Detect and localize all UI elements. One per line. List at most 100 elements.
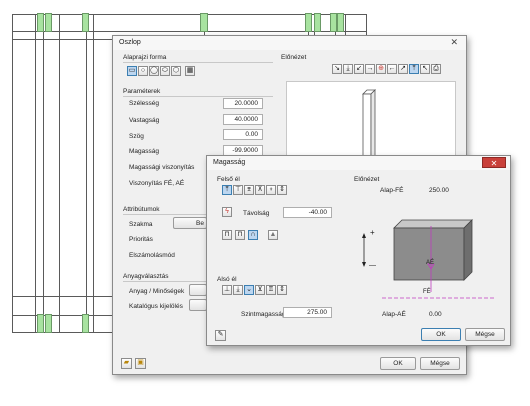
elonezet-label: Előnézet [354, 176, 380, 183]
oszlop-cancel-button[interactable]: Mégse [420, 357, 460, 370]
bottom-align-icon-2[interactable]: ⤓ [233, 285, 243, 295]
grid-line [366, 14, 367, 36]
grid-line [345, 14, 346, 36]
top-align-icon-4[interactable]: ⊼ [255, 185, 265, 195]
mountain-icon[interactable]: ▲ [268, 230, 278, 240]
grid-line [86, 14, 87, 332]
shape-opt-icon-1[interactable]: ⊓ [222, 230, 232, 240]
column-cell[interactable] [82, 13, 89, 32]
top-align-icon-5[interactable]: ⍖ [266, 185, 276, 195]
oszlop-titlebar[interactable]: Oszlop ✕ [113, 36, 466, 50]
vastagsag-field[interactable]: 40.0000 [223, 114, 263, 125]
shape-custom-button[interactable]: ▦ [185, 66, 195, 76]
viszonyitas-label: Viszonyítás FÉ, AÉ [129, 180, 185, 187]
open-folder-icon[interactable]: ▰ [121, 358, 132, 369]
arrow-down-right-icon[interactable]: ↘ [332, 64, 342, 74]
column-cell[interactable] [314, 13, 321, 32]
lightning-icon[interactable]: ϟ [222, 207, 232, 217]
dialog-title: Oszlop [119, 39, 141, 46]
column-cell[interactable] [305, 13, 312, 32]
column-cell[interactable] [330, 13, 337, 32]
arrow-up-left-icon[interactable]: ↖ [420, 64, 430, 74]
top-align-icon-1[interactable]: ⤒ [222, 185, 232, 195]
szintmagassag-field[interactable]: 275.00 [283, 307, 332, 318]
section-parameterek: Paraméterek [123, 88, 161, 95]
grid-line [43, 14, 44, 332]
szakma-label: Szakma [129, 221, 153, 228]
anyag-dropdown[interactable] [189, 284, 207, 296]
felso-el-label: Felső él [217, 176, 240, 183]
tavolsag-label: Távolság [243, 210, 270, 217]
shape-rounded-button[interactable]: ◯ [149, 66, 159, 76]
grid-line [59, 14, 60, 332]
column-cell[interactable] [45, 13, 52, 32]
anyag-label: Anyag / Minőségek [129, 288, 185, 295]
tavolsag-field[interactable]: -40.00 [283, 207, 332, 218]
arrow-up-right-icon[interactable]: ↗ [398, 64, 408, 74]
section-anyagvalasztas: Anyagválasztás [123, 273, 169, 280]
image-icon[interactable]: ▣ [135, 358, 146, 369]
szog-label: Szög [129, 133, 144, 140]
grid-line [35, 14, 36, 332]
section-alaprajzi-forma: Alaprajzi forma [123, 54, 167, 61]
top-align-icon-2[interactable]: ⊤ [233, 185, 243, 195]
top-align-icon-3[interactable]: ⌆ [244, 185, 254, 195]
magassag-titlebar[interactable]: Magasság ✕ [207, 156, 510, 170]
bottom-align-icon-4[interactable]: ⊻ [255, 285, 265, 295]
szakma-dropdown[interactable]: Be [173, 217, 207, 229]
bottom-align-icon-1[interactable]: ⊥ [222, 285, 232, 295]
print-icon[interactable]: ⎙ [431, 64, 441, 74]
arrow-left-icon[interactable]: ← [387, 64, 397, 74]
arrow-down-bar-icon[interactable]: ⤓ [343, 64, 353, 74]
fe-marker: FÉ [423, 289, 431, 295]
section-attributumok: Attribútumok [123, 206, 160, 213]
szintmagassag-label: Szintmagasság [241, 311, 286, 318]
grid-line [12, 296, 112, 297]
close-icon[interactable]: ✕ [450, 37, 458, 48]
magassag-cancel-button[interactable]: Mégse [465, 328, 505, 341]
oszlop-ok-button[interactable]: OK [380, 357, 416, 370]
magassag-label: Magasság [129, 148, 159, 155]
arrow-up-bar-icon[interactable]: ⤒ [409, 64, 419, 74]
column-cell[interactable] [337, 13, 344, 32]
close-icon[interactable]: ✕ [482, 157, 506, 168]
bottom-align-icon-5[interactable]: ⍔ [266, 285, 276, 295]
eyedropper-icon[interactable]: ✎ [215, 330, 226, 341]
column-cell[interactable] [37, 13, 44, 32]
grid-line [12, 39, 112, 40]
column-cell[interactable] [82, 314, 89, 333]
bottom-align-icon-6[interactable]: ⇕ [277, 285, 287, 295]
also-el-label: Alsó él [217, 276, 237, 283]
target-icon[interactable]: ⊕ [376, 64, 386, 74]
magassag-ok-button[interactable]: OK [421, 328, 461, 341]
arrow-right-icon[interactable]: → [365, 64, 375, 74]
column-cell[interactable] [45, 314, 52, 333]
szelesseg-field[interactable]: 20.0000 [223, 98, 263, 109]
dialog-title: Magasság [213, 159, 246, 166]
column-cell[interactable] [37, 314, 44, 333]
bottom-align-icon-3[interactable]: ⌄ [244, 285, 254, 295]
magassag-dialog: Magasság ✕ Felső él ⤒ ⊤ ⌆ ⊼ ⍖ ⇕ ϟ Távols… [206, 155, 511, 346]
szakma-value: Be [196, 220, 204, 227]
plus-sign: + [370, 228, 375, 237]
alap-fe-label: Alap-FÉ [380, 187, 404, 194]
shape-rectangle-button[interactable]: ▭ [127, 66, 137, 76]
katalogus-dropdown[interactable] [189, 299, 207, 311]
vastagsag-label: Vastagság [129, 117, 160, 124]
katalogus-label: Katalógus kijelölés [129, 303, 183, 310]
grid-line [93, 14, 94, 332]
shape-opt-icon-3[interactable]: ∩ [248, 230, 258, 240]
column-cell[interactable] [200, 13, 208, 32]
shape-opt-icon-2[interactable]: ⊓ [235, 230, 245, 240]
top-align-icon-6[interactable]: ⇕ [277, 185, 287, 195]
shape-oval-button[interactable]: ⬭ [160, 66, 170, 76]
divider [123, 281, 208, 282]
szog-field[interactable]: 0.00 [223, 129, 263, 140]
alap-fe-value: 250.00 [429, 187, 449, 194]
grid-line [12, 315, 112, 316]
shape-polygon-button[interactable]: ⬡ [171, 66, 181, 76]
divider [123, 214, 208, 215]
section-elonezet: Előnézet [281, 54, 307, 61]
arrow-down-left-icon[interactable]: ↙ [354, 64, 364, 74]
shape-circle-button[interactable]: ○ [138, 66, 148, 76]
